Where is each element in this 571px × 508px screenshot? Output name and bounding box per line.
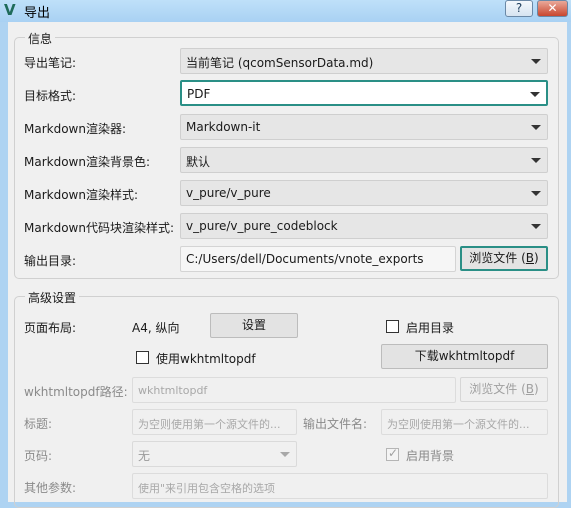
render-bg-value: 默认: [186, 155, 211, 169]
export-note-value: 当前笔记 (qcomSensorData.md): [186, 56, 374, 70]
output-name-label: 输出文件名:: [303, 417, 368, 431]
page-number-label: 页码:: [24, 449, 53, 463]
chevron-down-icon: [531, 224, 541, 229]
close-button[interactable]: ✕: [537, 0, 568, 17]
info-group: 信息 导出笔记: 当前笔记 (qcomSensorData.md) 目标格式: …: [14, 30, 559, 279]
chevron-down-icon: [531, 59, 541, 64]
other-args-placeholder: 使用"来引用包含空格的选项: [138, 482, 276, 495]
render-style-value: v_pure/v_pure: [186, 186, 271, 200]
dialog-body: 信息 导出笔记: 当前笔记 (qcomSensorData.md) 目标格式: …: [8, 22, 567, 508]
chevron-down-icon: [531, 158, 541, 163]
render-style-combo[interactable]: v_pure/v_pure: [180, 180, 548, 206]
wkhtmltopdf-path-label: wkhtmltopdf路径:: [24, 385, 128, 399]
use-wkhtmltopdf-label: 使用wkhtmltopdf: [156, 352, 256, 366]
target-format-value: PDF: [187, 87, 211, 101]
export-note-label: 导出笔记:: [24, 56, 77, 70]
output-name-input[interactable]: 为空则使用第一个源文件的...: [381, 409, 548, 435]
enable-background-checkbox[interactable]: ✓: [386, 446, 399, 461]
renderer-value: Markdown-it: [186, 120, 261, 134]
renderer-label: Markdown渲染器:: [24, 122, 127, 136]
title-input[interactable]: 为空则使用第一个源文件的...: [132, 409, 297, 435]
title-bar: V 导出 ? ✕: [0, 0, 571, 22]
help-button[interactable]: ?: [505, 0, 533, 17]
advanced-group-title: 高级设置: [25, 289, 80, 306]
title-placeholder: 为空则使用第一个源文件的...: [138, 418, 281, 431]
app-logo-icon: V: [4, 1, 16, 19]
advanced-group: 高级设置 页面布局: A4, 纵向 设置 启用目录 使用wkhtmltopdf …: [14, 289, 559, 508]
download-wkhtmltopdf-button[interactable]: 下载wkhtmltopdf: [381, 344, 548, 369]
renderer-combo[interactable]: Markdown-it: [180, 114, 548, 140]
browse-output-dir-button[interactable]: 浏览文件 (B): [460, 246, 548, 271]
output-name-placeholder: 为空则使用第一个源文件的...: [387, 418, 530, 431]
output-dir-value: C:/Users/dell/Documents/vnote_exports: [186, 252, 424, 266]
render-style-label: Markdown渲染样式:: [24, 188, 139, 202]
browse-wkhtmltopdf-button[interactable]: 浏览文件 (B): [460, 377, 548, 402]
codeblock-style-value: v_pure/v_pure_codeblock: [186, 219, 338, 233]
enable-toc-checkbox[interactable]: [386, 320, 399, 333]
output-dir-input[interactable]: C:/Users/dell/Documents/vnote_exports: [180, 246, 456, 272]
wkhtmltopdf-path-value: wkhtmltopdf: [138, 384, 208, 397]
target-format-combo[interactable]: PDF: [180, 80, 548, 106]
page-layout-settings-button[interactable]: 设置: [210, 313, 298, 338]
codeblock-style-combo[interactable]: v_pure/v_pure_codeblock: [180, 213, 548, 239]
chevron-down-icon: [280, 452, 290, 457]
render-bg-label: Markdown渲染背景色:: [24, 155, 151, 169]
export-note-combo[interactable]: 当前笔记 (qcomSensorData.md): [180, 48, 548, 74]
page-number-combo[interactable]: 无: [132, 441, 297, 467]
page-number-value: 无: [138, 449, 151, 463]
page-layout-value: A4, 纵向: [132, 321, 180, 335]
other-args-input[interactable]: 使用"来引用包含空格的选项: [132, 473, 548, 499]
enable-toc-label: 启用目录: [406, 321, 455, 335]
page-layout-label: 页面布局:: [24, 321, 77, 335]
enable-background-label: 启用背景: [406, 449, 455, 463]
output-dir-label: 输出目录:: [24, 254, 77, 268]
use-wkhtmltopdf-checkbox[interactable]: [136, 351, 149, 364]
window-title: 导出: [24, 6, 51, 21]
render-bg-combo[interactable]: 默认: [180, 147, 548, 173]
target-format-label: 目标格式:: [24, 89, 77, 103]
codeblock-style-label: Markdown代码块渲染样式:: [24, 221, 175, 235]
title-label: 标题:: [24, 417, 53, 431]
other-args-label: 其他参数:: [24, 481, 77, 495]
chevron-down-icon: [530, 92, 540, 97]
chevron-down-icon: [531, 191, 541, 196]
info-group-title: 信息: [25, 30, 56, 47]
chevron-down-icon: [531, 125, 541, 130]
wkhtmltopdf-path-input[interactable]: wkhtmltopdf: [132, 377, 456, 403]
checkmark-icon: ✓: [388, 446, 399, 460]
